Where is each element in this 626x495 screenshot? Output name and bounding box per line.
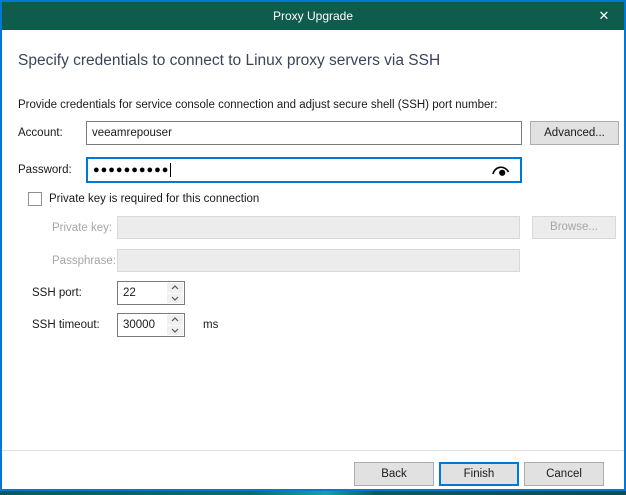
ssh-timeout-input[interactable]: 30000 [117,313,185,337]
chevron-up-icon [171,285,179,290]
passphrase-label: Passphrase: [52,249,116,273]
spinner-up-button[interactable] [167,315,183,325]
spinner-down-button[interactable] [167,326,183,336]
chevron-down-icon [171,296,179,301]
browse-button: Browse... [532,216,616,239]
ssh-port-spinner [167,283,183,303]
password-masked-value: ●●●●●●●●●● [93,165,169,176]
spinner-down-button[interactable] [167,294,183,304]
screen: Proxy Upgrade ✕ Specify credentials to c… [0,0,626,495]
private-key-checkbox-label[interactable]: Private key is required for this connect… [49,192,259,206]
private-key-label: Private key: [52,216,112,240]
account-input[interactable] [86,121,522,145]
ssh-timeout-unit: ms [203,313,218,337]
chevron-down-icon [171,328,179,333]
instruction-text: Provide credentials for service console … [18,99,497,111]
proxy-upgrade-dialog: Proxy Upgrade ✕ Specify credentials to c… [0,0,626,491]
chevron-up-icon [171,317,179,322]
ssh-timeout-label: SSH timeout: [32,313,100,337]
ssh-timeout-value: 30000 [123,314,166,336]
password-label: Password: [18,158,72,182]
private-key-input [117,216,520,239]
footer-separator [2,450,624,451]
ssh-timeout-spinner [167,315,183,335]
ssh-port-input[interactable]: 22 [117,281,185,305]
account-label: Account: [18,121,63,145]
password-input[interactable]: ●●●●●●●●●● [86,157,522,183]
advanced-button[interactable]: Advanced... [530,121,619,145]
private-key-checkbox[interactable] [28,192,42,206]
spinner-up-button[interactable] [167,283,183,293]
text-caret [170,163,171,177]
finish-button[interactable]: Finish [439,462,519,486]
titlebar[interactable]: Proxy Upgrade ✕ [2,2,624,30]
password-reveal-icon[interactable] [490,162,512,179]
back-button[interactable]: Back [354,462,434,486]
window-title: Proxy Upgrade [273,9,353,23]
page-title: Specify credentials to connect to Linux … [18,52,440,70]
ssh-port-value: 22 [123,282,166,304]
close-icon[interactable]: ✕ [584,2,624,30]
ssh-port-label: SSH port: [32,281,82,305]
cancel-button[interactable]: Cancel [524,462,604,486]
passphrase-input [117,249,520,272]
